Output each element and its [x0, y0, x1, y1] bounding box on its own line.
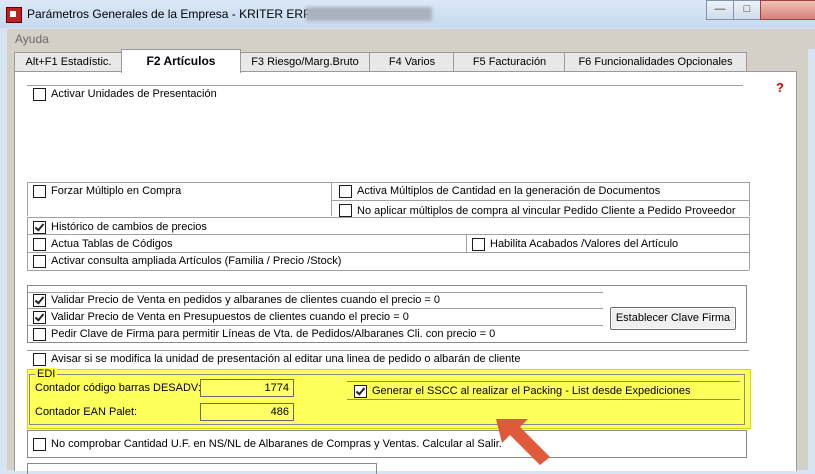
divider [331, 200, 749, 201]
label-habilita-acabados: Habilita Acabados /Valores del Artículo [490, 238, 679, 250]
tab-articulos[interactable]: F2 Artículos [121, 49, 241, 73]
checkbox-consulta-ampliada[interactable] [33, 255, 46, 268]
label-ean-palet: Contador EAN Palet: [35, 406, 138, 418]
divider [27, 85, 743, 86]
label-unidades-presentacion: Activar Unidades de Presentación [51, 88, 217, 100]
establecer-clave-firma-button[interactable]: Establecer Clave Firma [610, 307, 736, 330]
divider [27, 182, 749, 183]
tab-funcionalidades[interactable]: F6 Funcionalidades Opcionales [564, 52, 747, 72]
kriter-app-icon [6, 7, 22, 23]
divider [27, 252, 749, 253]
divider [27, 292, 603, 293]
minimize-button[interactable]: — [706, 0, 734, 20]
redacted-title-suffix [306, 7, 432, 21]
label-validar-precio-presupuestos: Validar Precio de Venta en Presupuestos … [51, 311, 409, 323]
divider [27, 217, 28, 270]
annotation-arrow [496, 419, 550, 465]
checkbox-validar-precio-pedidos[interactable] [33, 294, 46, 307]
title-bar: Parámetros Generales de la Empresa - KRI… [0, 0, 815, 28]
checkbox-habilita-acabados[interactable] [472, 238, 485, 251]
partial-field [27, 463, 377, 474]
menu-help[interactable]: Ayuda [15, 32, 49, 46]
label-pedir-clave-firma: Pedir Clave de Firma para permitir Línea… [51, 328, 496, 340]
label-generar-sscc: Generar el SSCC al realizar el Packing -… [372, 385, 691, 397]
checkbox-unidades-presentacion[interactable] [33, 88, 46, 101]
divider [466, 234, 467, 252]
divider [27, 270, 749, 271]
tab-facturacion[interactable]: F5 Facturación [453, 52, 566, 72]
divider [331, 182, 332, 216]
desadv-counter-input[interactable]: 1774 [200, 379, 294, 397]
window-title: Parámetros Generales de la Empresa - KRI… [27, 7, 319, 21]
label-forzar-multiplo: Forzar Múltiplo en Compra [51, 185, 182, 197]
divider [27, 308, 603, 309]
label-actua-tablas: Actua Tablas de Códigos [51, 238, 173, 250]
edi-legend: EDI [35, 368, 58, 380]
label-historico-precios: Histórico de cambios de precios [51, 221, 207, 233]
ean-palet-input[interactable]: 486 [200, 403, 294, 421]
checkbox-no-comprobar-uf[interactable] [33, 438, 46, 451]
divider [27, 217, 749, 218]
label-no-aplicar-multiplos: No aplicar múltiplos de compra al vincul… [357, 205, 736, 217]
menu-bar: Ayuda [7, 29, 815, 49]
checkbox-historico-precios[interactable] [33, 221, 46, 234]
tab-varios[interactable]: F4 Varios [369, 52, 455, 72]
divider [749, 182, 750, 216]
checkbox-forzar-multiplo[interactable] [33, 185, 46, 198]
checkbox-validar-precio-presupuestos[interactable] [33, 311, 46, 324]
divider [27, 350, 749, 351]
label-desadv-counter: Contador código barras DESADV: [35, 382, 201, 394]
checkbox-pedir-clave-firma[interactable] [33, 328, 46, 341]
divider [749, 217, 750, 270]
checkbox-actua-tablas[interactable] [33, 238, 46, 251]
divider [27, 182, 28, 216]
divider [27, 325, 603, 326]
label-validar-precio-pedidos: Validar Precio de Venta en pedidos y alb… [51, 294, 441, 306]
checkbox-activa-multiplos[interactable] [339, 185, 352, 198]
checkbox-avisar-unidad[interactable] [33, 353, 46, 366]
close-button[interactable] [760, 0, 815, 20]
divider [27, 234, 749, 235]
label-avisar-unidad: Avisar si se modifica la unidad de prese… [51, 353, 521, 365]
checkbox-no-aplicar-multiplos[interactable] [339, 204, 352, 217]
divider [347, 381, 740, 382]
tab-estadisticas[interactable]: Alt+F1 Estadístic. [14, 52, 123, 72]
help-icon[interactable]: ? [776, 80, 784, 95]
tab-riesgo[interactable]: F3 Riesgo/Marg.Bruto [239, 52, 371, 72]
divider [347, 399, 740, 400]
label-consulta-ampliada: Activar consulta ampliada Artículos (Fam… [51, 255, 342, 267]
label-activa-multiplos: Activa Múltiplos de Cantidad en la gener… [357, 185, 661, 197]
label-no-comprobar-uf: No comprobar Cantidad U.F. en NS/NL de A… [51, 438, 502, 450]
checkbox-generar-sscc[interactable] [354, 385, 367, 398]
maximize-button[interactable]: □ [733, 0, 761, 20]
